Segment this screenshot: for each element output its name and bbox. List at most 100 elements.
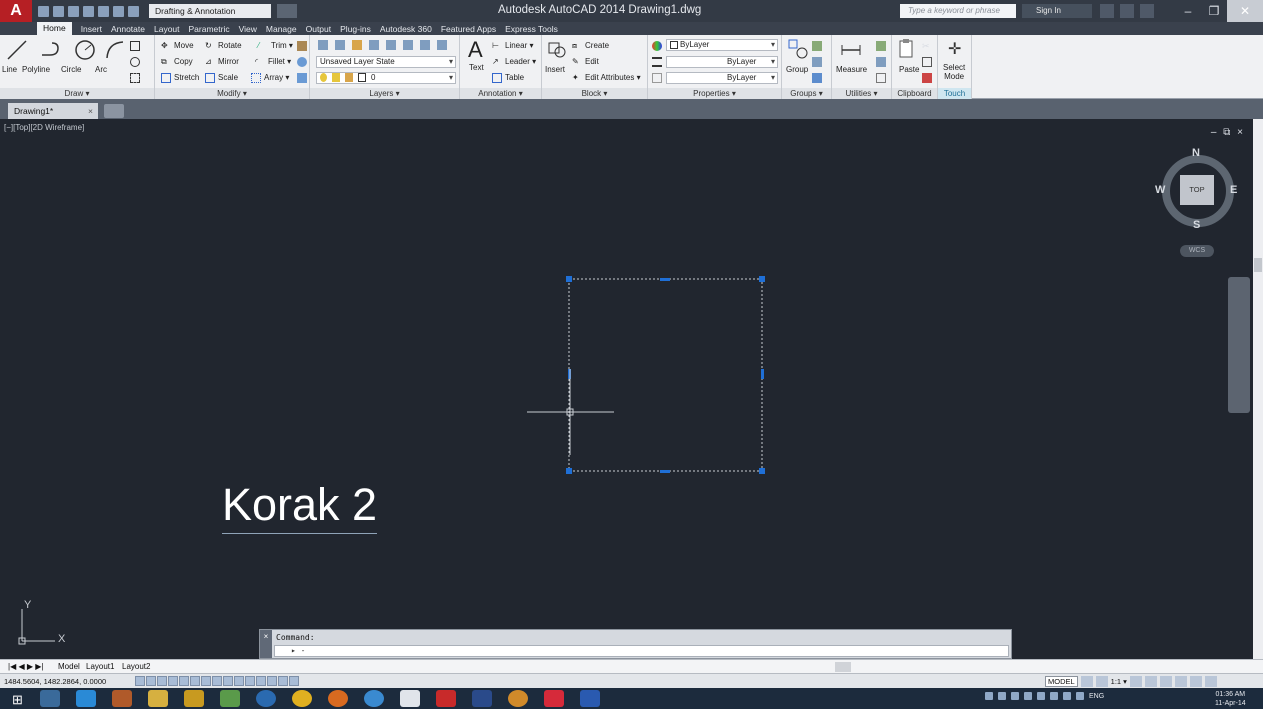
touch-panel-title[interactable]: Touch (938, 88, 971, 99)
measure-button[interactable]: Measure (836, 65, 867, 74)
search-input[interactable]: Type a keyword or phrase (900, 4, 1016, 18)
hatch-icon[interactable] (130, 73, 140, 83)
line-button[interactable]: Line (2, 65, 17, 74)
application-menu-button[interactable]: A (0, 0, 32, 22)
taskbar-clock[interactable]: 01:36 AM 11-Apr-14 (1215, 690, 1246, 708)
edit-block-button[interactable]: ✎ Edit (572, 57, 599, 67)
offset-icon[interactable] (297, 73, 307, 83)
firefox-icon[interactable] (328, 690, 348, 707)
match-properties-icon[interactable] (652, 41, 662, 51)
annotation-scale-dropdown[interactable]: 1:1 ▾ (1111, 677, 1127, 686)
tab-insert[interactable]: Insert (81, 24, 102, 34)
model-space-button[interactable]: MODEL (1045, 676, 1078, 687)
stretch-button[interactable]: Stretch (161, 73, 199, 83)
toolbar-lock-icon[interactable] (1159, 676, 1172, 687)
group-button[interactable]: Group (786, 65, 808, 74)
restore-icon[interactable]: ❐ (1201, 0, 1227, 22)
transparency-icon[interactable] (256, 676, 266, 686)
layer-state-dropdown[interactable]: Unsaved Layer State (316, 56, 456, 68)
save-as-icon[interactable] (83, 5, 94, 17)
block-panel-title[interactable]: Block ▾ (542, 88, 647, 99)
hp-icon[interactable] (256, 690, 276, 707)
new-icon[interactable] (38, 5, 49, 17)
clean-screen-icon[interactable] (1204, 676, 1217, 687)
3d-object-snap-icon[interactable] (201, 676, 211, 686)
minimize-icon[interactable]: – (1175, 0, 1201, 22)
layer-walk-icon[interactable] (420, 40, 430, 50)
tray-icon-3[interactable] (1011, 692, 1019, 700)
grip-top-mid[interactable] (660, 278, 670, 281)
edit-attributes-button[interactable]: ✦ Edit Attributes ▾ (572, 73, 641, 83)
object-snap-tracking-icon[interactable] (212, 676, 222, 686)
media-app-icon[interactable] (112, 690, 132, 707)
text-button[interactable]: Text (469, 63, 484, 72)
create-block-button[interactable]: ⧈ Create (572, 41, 609, 51)
autocad-taskbar-icon[interactable] (436, 690, 456, 707)
layer-properties-icon[interactable] (318, 40, 328, 50)
stay-connected-icon[interactable] (1120, 4, 1134, 18)
tab-plugins[interactable]: Plug-ins (340, 24, 371, 34)
quick-view-drawings-icon[interactable] (1095, 676, 1108, 687)
redo-icon[interactable] (128, 5, 139, 17)
dynamic-ucs-icon[interactable] (223, 676, 233, 686)
properties-panel-title[interactable]: Properties ▾ (648, 88, 781, 99)
app-icon-5[interactable] (184, 690, 204, 707)
exchange-icon[interactable] (1100, 4, 1114, 18)
layer-lock-icon[interactable] (437, 40, 447, 50)
layer-isolate-icon[interactable] (369, 40, 379, 50)
group-selection-icon[interactable] (812, 73, 822, 83)
network-icon[interactable] (1063, 692, 1071, 700)
sign-in-button[interactable]: Sign In (1022, 4, 1092, 18)
copy-button[interactable]: ⧉ Copy (161, 57, 193, 67)
layer-freeze-icon[interactable] (335, 40, 345, 50)
internet-explorer-icon[interactable] (76, 690, 96, 707)
cut-icon[interactable]: ✂ (922, 41, 932, 51)
annotation-panel-title[interactable]: Annotation ▾ (460, 88, 541, 99)
trim-button[interactable]: ⁄ Trim ▾ (258, 41, 293, 51)
close-tab-icon[interactable]: × (88, 103, 93, 119)
revit-taskbar-icon[interactable] (472, 690, 492, 707)
keyboard-icon[interactable] (985, 692, 993, 700)
scale-button[interactable]: Scale (205, 73, 238, 83)
annotation-visibility-icon[interactable] (1129, 676, 1142, 687)
vertical-scrollbar[interactable] (1253, 119, 1263, 659)
polyline-button[interactable]: Polyline (22, 65, 50, 74)
id-point-icon[interactable] (876, 57, 886, 67)
erase-icon[interactable] (297, 41, 307, 51)
ellipse-icon[interactable] (130, 57, 140, 67)
tab-home[interactable]: Home (37, 22, 72, 35)
insert-button[interactable]: Insert (545, 65, 565, 74)
group-edit-icon[interactable] (812, 57, 822, 67)
fillet-button[interactable]: ◜ Fillet ▾ (255, 57, 291, 67)
copy-clip-icon[interactable] (922, 57, 932, 67)
lineweight-dropdown[interactable]: ByLayer (666, 56, 778, 68)
quick-properties-icon[interactable] (267, 676, 277, 686)
app-icon-11[interactable] (400, 690, 420, 707)
volume-icon[interactable] (1076, 692, 1084, 700)
word-icon[interactable] (580, 690, 600, 707)
copy-base-icon[interactable] (922, 73, 932, 83)
selected-rectangle[interactable] (568, 278, 763, 472)
coordinates-readout[interactable]: 1484.5604, 1482.2864, 0.0000 (4, 677, 106, 686)
drawing-text[interactable]: Korak 2 (222, 479, 378, 534)
drawing-canvas[interactable]: [−][Top][2D Wireframe] – ⧉ × TOP N S E W… (0, 119, 1253, 659)
groups-panel-title[interactable]: Groups ▾ (782, 88, 831, 99)
tray-icon-4[interactable] (1024, 692, 1032, 700)
tray-icon-6[interactable] (1050, 692, 1058, 700)
utilities-panel-title[interactable]: Utilities ▾ (832, 88, 891, 99)
rotate-button[interactable]: ↻ Rotate (205, 41, 242, 51)
layers-panel-title[interactable]: Layers ▾ (310, 88, 459, 99)
app-icon-6[interactable] (220, 690, 240, 707)
quick-view-layouts-icon[interactable] (1080, 676, 1093, 687)
lineweight-toggle-icon[interactable] (245, 676, 255, 686)
grip-top-right[interactable] (759, 276, 765, 282)
layer-unisolate-icon[interactable] (403, 40, 413, 50)
layout1-tab[interactable]: Layout1 (86, 662, 114, 671)
command-input[interactable]: ▸ - (274, 645, 1009, 657)
layout-nav-arrows[interactable]: |◀ ◀ ▶ ▶| (8, 662, 43, 671)
grip-bottom-left[interactable] (566, 468, 572, 474)
windows-start-icon[interactable]: ⊞ (12, 692, 23, 708)
hardware-acceleration-icon[interactable] (1174, 676, 1187, 687)
new-tab-button[interactable] (104, 104, 124, 118)
horizontal-scrollbar-thumb[interactable] (835, 662, 851, 672)
